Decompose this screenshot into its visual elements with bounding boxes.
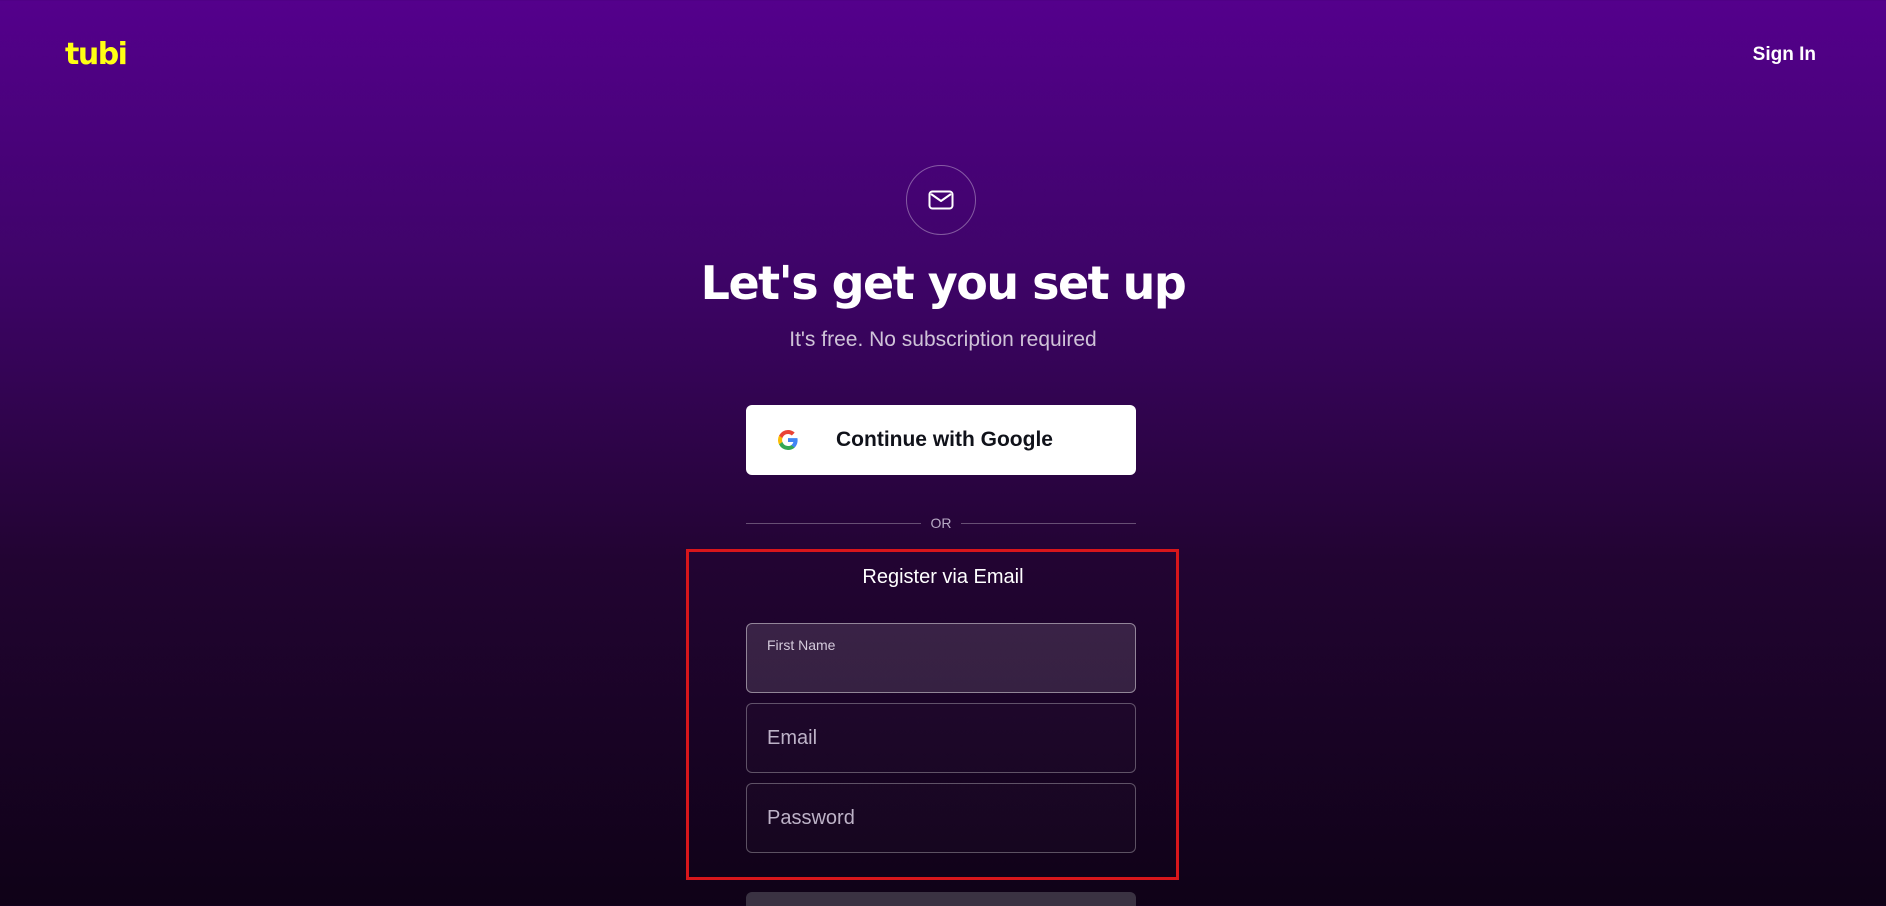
email-field[interactable]: Email [746,703,1136,773]
first-name-input[interactable] [767,654,1117,682]
register-heading: Register via Email [862,566,1024,588]
tubi-logo[interactable]: tubi [65,38,128,72]
or-divider: OR [746,512,1136,534]
sign-in-link[interactable]: Sign In [1753,44,1816,66]
password-placeholder: Password [767,807,855,829]
page-subtitle: It's free. No subscription required [789,328,1097,351]
divider-line-right [961,523,1136,524]
password-field[interactable]: Password [746,783,1136,853]
google-icon [778,430,798,450]
register-submit-button[interactable] [746,892,1136,906]
mail-icon [906,165,976,235]
continue-with-google-button[interactable]: Continue with Google [746,405,1136,475]
first-name-label: First Name [767,637,836,653]
page-title: Let's get you set up [700,256,1187,310]
email-placeholder: Email [767,727,818,749]
google-button-label: Continue with Google [836,428,1053,451]
first-name-field[interactable]: First Name [746,623,1136,693]
